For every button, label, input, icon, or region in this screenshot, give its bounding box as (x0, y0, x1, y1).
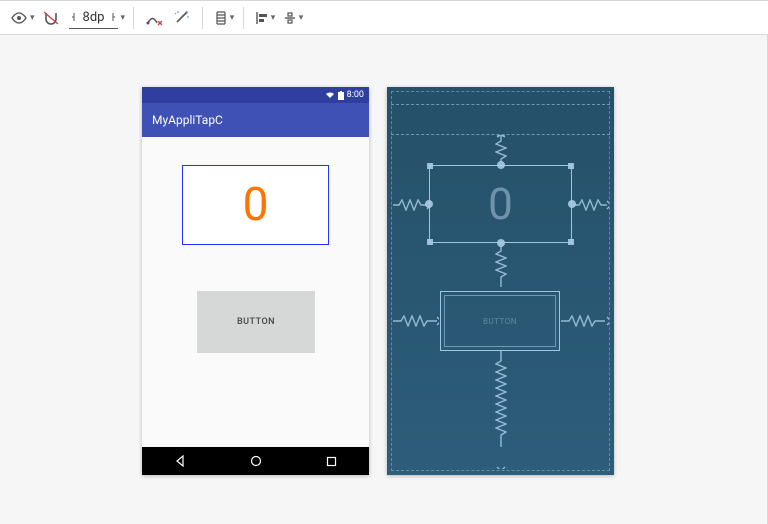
clear-constraints-icon (145, 10, 163, 26)
blueprint-view[interactable]: 0 BUTTON (387, 87, 614, 475)
wand-icon (173, 10, 191, 26)
chevron-down-icon: ▾ (230, 13, 235, 23)
status-time: 8:00 (347, 90, 364, 100)
grid-spacing-button[interactable]: 8dp ▾ (65, 4, 127, 32)
chevron-down-icon: ▾ (271, 13, 276, 23)
infer-constraints-button[interactable] (168, 4, 196, 32)
separator (243, 7, 244, 29)
constraint-spring-icon (495, 243, 507, 291)
guidelines-button[interactable]: ▾ (209, 4, 237, 32)
chevron-down-icon: ▾ (120, 13, 125, 23)
magnet-off-icon (41, 10, 61, 26)
resize-handle[interactable] (568, 163, 574, 169)
grid-value: 8dp (83, 10, 105, 25)
constraint-spring-icon (561, 315, 609, 327)
wifi-icon (325, 91, 335, 99)
button-widget[interactable]: BUTTON (197, 291, 315, 353)
guidelines-icon (214, 10, 228, 26)
resize-handle[interactable] (568, 239, 574, 245)
resize-handle[interactable] (427, 163, 433, 169)
blueprint-appbar (391, 105, 610, 135)
blueprint-textview-text: 0 (488, 178, 513, 230)
status-bar: 8:00 (142, 87, 369, 103)
back-icon (174, 455, 186, 467)
pack-button[interactable]: ▾ (278, 4, 306, 32)
view-mode-button[interactable]: ▾ (6, 4, 37, 32)
home-icon (250, 455, 262, 467)
blueprint-textview[interactable]: 0 (429, 165, 572, 243)
constraint-spring-icon (495, 351, 507, 469)
align-left-icon (255, 11, 269, 25)
eye-icon (10, 11, 28, 25)
constraint-spring-icon (573, 199, 609, 211)
pack-vertical-icon (283, 11, 297, 25)
clear-constraints-button[interactable] (140, 4, 168, 32)
app-bar: MyAppliTapC (142, 103, 369, 137)
resize-handle[interactable] (427, 239, 433, 245)
textview-text: 0 (243, 178, 269, 232)
blueprint-button-inner (444, 295, 556, 347)
orientation-button[interactable] (37, 4, 65, 32)
recents-icon (326, 456, 337, 467)
separator (133, 7, 134, 29)
constraint-spring-icon (495, 135, 507, 165)
battery-icon (338, 91, 344, 100)
right-bracket-icon (106, 12, 116, 22)
app-title: MyAppliTapC (152, 113, 223, 127)
blueprint-button[interactable]: BUTTON (440, 291, 560, 351)
textview-widget[interactable]: 0 (182, 165, 329, 245)
device-preview[interactable]: 8:00 MyAppliTapC 0 BUTTON (142, 87, 369, 475)
separator (202, 7, 203, 29)
layout-body[interactable]: 0 BUTTON (142, 137, 369, 447)
button-label: BUTTON (237, 317, 275, 327)
chevron-down-icon: ▾ (299, 13, 304, 23)
constraint-spring-icon (393, 199, 429, 211)
blueprint-statusbar (391, 91, 610, 105)
chevron-down-icon: ▾ (30, 13, 35, 23)
design-canvas[interactable]: 8:00 MyAppliTapC 0 BUTTON (0, 35, 768, 524)
align-button[interactable]: ▾ (250, 4, 278, 32)
left-bracket-icon (71, 12, 81, 22)
design-toolbar: ▾ 8dp ▾ ▾ ▾ ▾ (0, 1, 768, 35)
android-navbar (142, 447, 369, 475)
constraint-spring-icon (393, 315, 439, 327)
